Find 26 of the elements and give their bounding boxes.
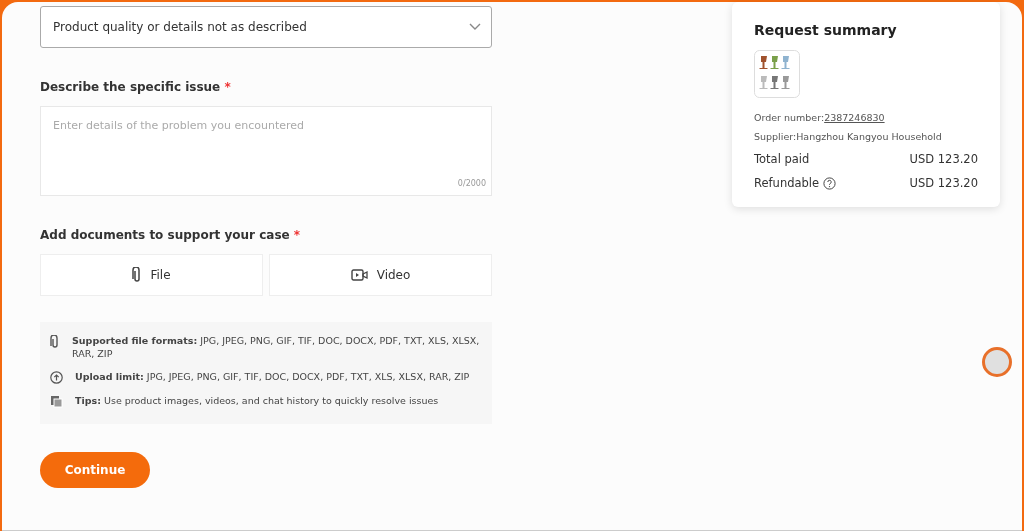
character-counter: 0/2000 [457,179,486,188]
video-upload-button[interactable]: Video [269,254,492,296]
tip-text: Tips: Use product images, videos, and chat history to quickly resolve issues [75,394,439,407]
paperclip-icon [50,335,60,349]
card-title: Request summary [754,22,898,38]
reason-dropdown[interactable]: Product quality or details not as described [40,6,492,48]
document-icon [50,395,63,408]
field-label: Add documents to support your case * [40,228,302,242]
summary-label: Total paid [754,152,810,166]
file-upload-button[interactable]: File [40,254,263,296]
dropdown-value: Product quality or details not as described [53,20,307,34]
summary-value: USD 123.20 [909,152,978,166]
chevron-down-icon [469,23,481,31]
order-number-link[interactable]: 2387246830 [824,112,885,123]
support-avatar-icon[interactable] [982,347,1012,377]
goblets-drawing [754,50,800,98]
upload-icon [50,371,63,384]
video-camera-icon [350,269,369,281]
paperclip-icon [132,267,143,283]
supplier-text: Supplier:Hangzhou Kangyou Household [754,131,943,142]
summary-label: Refundable [754,176,820,190]
tip-text: Supported file formats: JPG, JPEG, PNG, GIF, TIF, DOC, DOCX, PDF, TXT, XLS, XLSX, RAR, ZIP [72,334,480,360]
order-number-label: Order number:2387246830 [754,112,886,123]
field-label: Describe the specific issue * [40,80,232,94]
tip-text: Upload limit: JPG, JPEG, PNG, GIF, TIF, DOC, DOCX, PDF, TXT, XLS, XLSX, RAR, ZIP [75,370,470,383]
summary-value: USD 123.20 [909,176,978,190]
